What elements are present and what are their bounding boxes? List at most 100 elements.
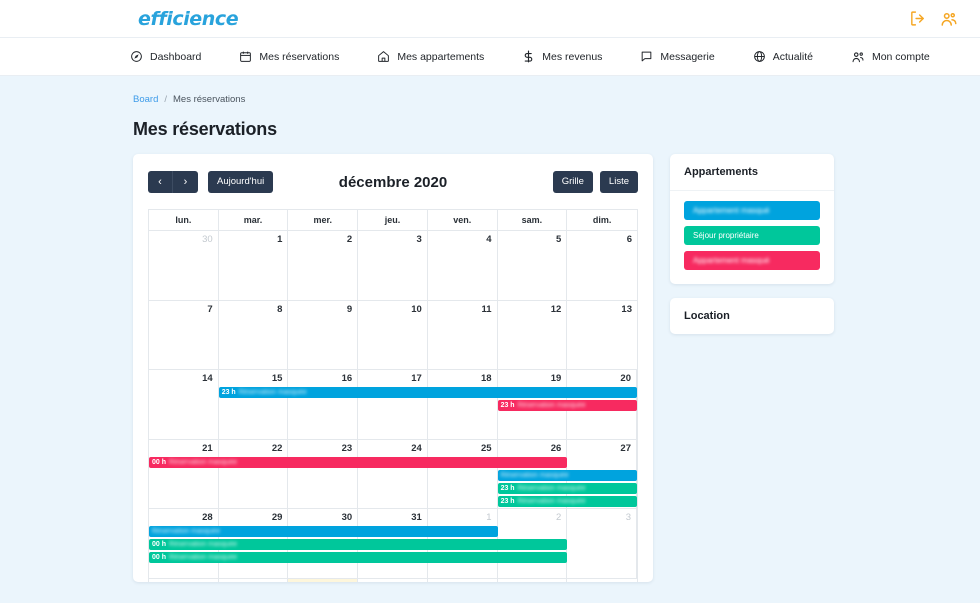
breadcrumb: Board / Mes réservations <box>133 94 980 105</box>
calendar-event-bar[interactable]: Réservation masquée <box>497 469 637 481</box>
calendar-toolbar: ‹ › Aujourd'hui décembre 2020 Grille Lis… <box>148 168 638 196</box>
calendar-day-cell[interactable]: 24 <box>358 439 428 508</box>
calendar-event-bar[interactable]: 23 h Réservation masquée <box>218 387 637 398</box>
calendar-prev-button[interactable]: ‹ <box>148 171 173 193</box>
weekday-lun: lun. <box>149 210 219 230</box>
nav-label: Actualité <box>772 50 813 63</box>
apartment-legend-item[interactable]: Séjour propriétaire <box>684 226 820 245</box>
calendar-day-cell[interactable]: 21 <box>149 439 219 508</box>
calendar-day-cell[interactable]: 11 <box>428 300 498 369</box>
calendar-day-cell[interactable]: 13 <box>567 301 637 370</box>
calendar-day-cell[interactable]: 4 <box>428 231 498 300</box>
nav-label: Mes appartements <box>397 50 485 63</box>
calendar-weeks: 30 1 2 3 4 5 6 7 8 9 10 11 12 13 14 15 16 17 18 19 20 23 h Rés… <box>149 231 637 582</box>
apartments-panel-title: Appartements <box>670 154 834 191</box>
calendar-day-cell[interactable]: 2 <box>288 231 359 300</box>
event-label: Réservation masquée <box>169 554 238 561</box>
nav-item-messagerie[interactable]: Messagerie <box>640 50 715 63</box>
view-grid-button[interactable]: Grille <box>552 171 593 193</box>
event-label: Réservation masquée <box>152 528 221 535</box>
nav-label: Mes réservations <box>259 50 340 63</box>
event-time: 23 h <box>221 389 236 396</box>
calendar-icon <box>239 50 252 63</box>
calendar-day-cell[interactable]: 1 <box>219 231 289 300</box>
calendar-event-bar[interactable]: 00 h Réservation masquée <box>149 539 568 550</box>
calendar-event-bar[interactable]: 00 h Réservation masquée <box>149 456 568 468</box>
event-label: Réservation masquée <box>517 402 586 409</box>
calendar-day-cell[interactable]: 4 <box>149 578 219 582</box>
calendar-grid: lun. mar. mer. jeu. ven. sam. dim. 30 1 2 3… <box>148 209 638 582</box>
breadcrumb-separator: / <box>164 94 167 105</box>
calendar-today-button[interactable]: Aujourd'hui <box>208 171 274 193</box>
calendar-day-cell[interactable]: 7 <box>358 578 428 582</box>
calendar-day-cell[interactable]: 23 <box>288 439 359 508</box>
brand-logo[interactable]: efficience <box>138 8 239 30</box>
calendar-day-cell[interactable]: 17 <box>358 370 428 439</box>
top-header: efficience <box>0 0 980 38</box>
event-time: 23 h <box>500 484 515 492</box>
calendar-next-button[interactable]: › <box>173 171 198 193</box>
nav-item-mes-appartements[interactable]: Mes appartements <box>377 50 484 63</box>
calendar-event-bar[interactable]: Réservation masquée <box>149 526 498 537</box>
logout-icon[interactable] <box>909 10 926 27</box>
apartment-legend-item[interactable]: Appartement masqué <box>684 251 820 270</box>
calendar-day-cell[interactable]: 9 <box>288 300 359 369</box>
calendar-day-cell[interactable]: 9 <box>498 578 568 582</box>
calendar-day-cell[interactable]: 10 <box>358 300 428 369</box>
calendar-day-cell[interactable]: 16 <box>288 370 359 439</box>
page-title: Mes réservations <box>133 119 277 139</box>
calendar-week-row: 7 8 9 10 11 12 13 <box>149 300 637 370</box>
users-icon[interactable] <box>940 10 958 28</box>
event-time: 00 h <box>152 541 167 548</box>
calendar-day-cell[interactable]: 15 <box>219 370 289 439</box>
calendar-day-cell[interactable]: 14 <box>149 370 219 439</box>
calendar-event-bar[interactable]: 23 h Réservation masquée <box>497 495 637 507</box>
apartments-legend-list: Appartement masqué Séjour propriétaire App… <box>670 191 834 284</box>
right-sidebar: Appartements Appartement masqué Séjour pr… <box>670 154 834 334</box>
calendar-day-cell[interactable]: 3 <box>358 231 428 300</box>
calendar-day-cell[interactable]: 10 <box>567 579 637 583</box>
nav-item-mes-revenus[interactable]: Mes revenus <box>522 50 602 63</box>
calendar-day-cell[interactable]: 8 <box>219 300 289 369</box>
weekday-sam: sam. <box>498 210 568 230</box>
weekday-jeu: jeu. <box>358 210 428 230</box>
location-panel: Location <box>670 298 834 334</box>
nav-item-mon-compte[interactable]: Mon compte <box>851 50 930 64</box>
nav-label: Mes revenus <box>542 50 603 63</box>
breadcrumb-root[interactable]: Board <box>133 94 158 105</box>
main-navigation: Dashboard Mes réservations Mes apparteme… <box>0 38 980 76</box>
calendar-day-cell-today[interactable]: 6 <box>288 578 359 582</box>
globe-icon <box>753 50 766 63</box>
view-list-button[interactable]: Liste <box>599 171 638 193</box>
apartments-panel: Appartements Appartement masqué Séjour pr… <box>670 154 834 284</box>
calendar-day-cell[interactable]: 6 <box>567 231 637 300</box>
weekday-mar: mar. <box>219 210 289 230</box>
calendar-day-cell[interactable]: 22 <box>219 439 289 508</box>
nav-label: Mon compte <box>871 50 930 63</box>
calendar-event-bar[interactable]: 00 h Réservation masquée <box>149 552 568 563</box>
calendar-day-cell[interactable]: 8 <box>428 578 498 582</box>
apartment-legend-item[interactable]: Appartement masqué <box>684 201 820 220</box>
event-label: Réservation masquée <box>169 541 238 548</box>
apartment-legend-label: Appartement masqué <box>693 206 770 215</box>
calendar-day-cell[interactable]: 7 <box>149 300 219 369</box>
nav-item-dashboard[interactable]: Dashboard <box>130 50 201 63</box>
calendar-day-cell[interactable]: 18 <box>428 370 498 439</box>
calendar-day-cell[interactable]: 5 <box>219 578 289 582</box>
calendar-nav-group: ‹ › <box>148 171 198 193</box>
calendar-day-cell[interactable]: 12 <box>498 300 568 369</box>
calendar-card: ‹ › Aujourd'hui décembre 2020 Grille Lis… <box>133 154 653 582</box>
calendar-day-cell[interactable]: 25 <box>428 439 498 508</box>
calendar-day-cell[interactable]: 3 <box>567 509 637 578</box>
calendar-day-cell[interactable]: 5 <box>498 231 568 300</box>
nav-item-mes-reservations[interactable]: Mes réservations <box>239 50 339 63</box>
calendar-event-bar[interactable]: 23 h Réservation masquée <box>497 482 637 494</box>
calendar-day-cell[interactable]: 30 <box>149 231 219 300</box>
event-time: 00 h <box>152 458 167 466</box>
nav-item-actualite[interactable]: Actualité <box>753 50 813 63</box>
calendar-week-row: 30 1 2 3 4 5 6 <box>149 231 637 301</box>
dollar-icon <box>522 50 535 63</box>
calendar-week-row: 14 15 16 17 18 19 20 23 h Réservation masquée 23 … <box>149 370 637 440</box>
weekday-dim: dim. <box>592 215 612 225</box>
calendar-event-bar[interactable]: 23 h Réservation masquée <box>497 400 637 411</box>
